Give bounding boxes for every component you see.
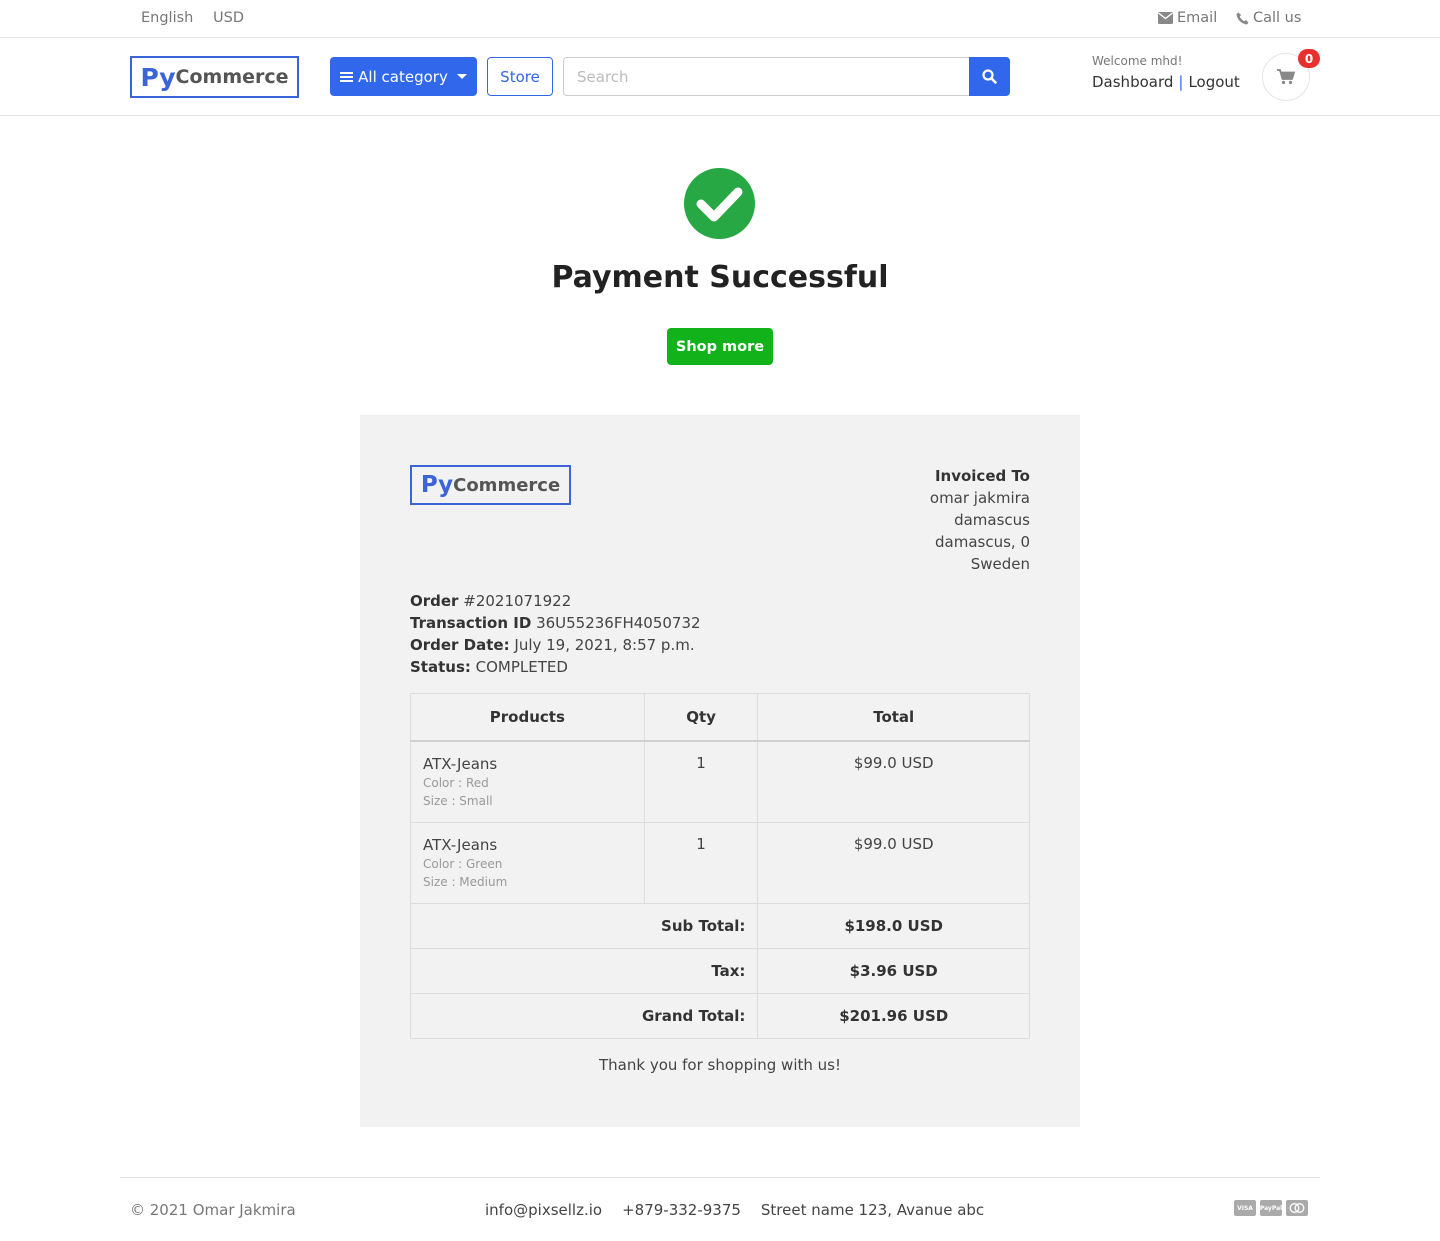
cart-count-badge: 0	[1298, 49, 1320, 68]
order-status: COMPLETED	[475, 658, 568, 676]
invoiced-to-block: Invoiced To omar jakmira damascus damasc…	[930, 465, 1030, 575]
footer-email[interactable]: info@pixsellz.io	[485, 1201, 602, 1219]
site-footer: © 2021 Omar Jakmira info@pixsellz.io +87…	[120, 1177, 1320, 1241]
paypal-card-icon: PayPal	[1260, 1200, 1282, 1216]
check-circle-icon	[684, 168, 755, 239]
footer-address: Street name 123, Avanue abc	[760, 1201, 985, 1219]
thank-you-message: Thank you for shopping with us!	[599, 1056, 841, 1074]
mastercard-icon	[1286, 1200, 1308, 1216]
visa-card-icon: VISA	[1234, 1200, 1256, 1216]
order-date: July 19, 2021, 8:57 p.m.	[514, 636, 695, 654]
shop-more-button[interactable]: Shop more	[667, 328, 773, 365]
transaction-label: Transaction ID	[410, 614, 532, 632]
footer-contacts: info@pixsellz.io +879-332-9375 Street na…	[485, 1201, 984, 1219]
invoice-logo-commerce: Commerce	[453, 474, 561, 496]
user-links: Dashboard | Logout	[1092, 73, 1240, 91]
col-total: Total	[757, 693, 1030, 742]
order-items-table: Products Qty Total ATX-Jeans Color : Red…	[409, 693, 1030, 1039]
product-color: Color : Green	[423, 856, 503, 871]
grand-total-label: Grand Total:	[409, 992, 759, 1039]
logo-commerce: Commerce	[175, 66, 289, 88]
payment-cards: VISA PayPal	[1234, 1200, 1308, 1216]
site-logo[interactable]: Py Commerce	[130, 56, 299, 98]
payment-success-title: Payment Successful	[551, 260, 889, 295]
logo-py: Py	[140, 62, 176, 92]
shopping-cart-icon	[1277, 69, 1295, 85]
invoice-logo-py: Py	[420, 472, 454, 498]
tax-value: $3.96 USD	[757, 947, 1030, 994]
col-products: Products	[410, 693, 645, 742]
phone-icon	[1236, 12, 1249, 24]
language-selector[interactable]: English	[141, 10, 193, 26]
invoiced-to-address: damascus	[954, 511, 1030, 529]
order-meta: Order #2021071922 Transaction ID 36U5523…	[410, 590, 701, 678]
grand-total-value: $201.96 USD	[757, 992, 1030, 1039]
invoice-logo: Py Commerce	[410, 465, 571, 505]
call-label: Call us	[1253, 10, 1302, 26]
status-label: Status:	[410, 658, 471, 676]
order-date-label: Order Date:	[410, 636, 510, 654]
total-cell: $99.0 USD	[757, 821, 1030, 904]
search-input[interactable]	[563, 57, 970, 96]
search-icon	[982, 69, 997, 84]
welcome-text: Welcome mhd!	[1092, 54, 1183, 68]
main-header: PyCommerce All category Store Welcome mh…	[0, 38, 1440, 116]
link-separator: |	[1178, 73, 1184, 91]
order-number: #2021071922	[463, 592, 572, 610]
invoiced-to-city: damascus, 0	[935, 533, 1030, 551]
product-color: Color : Red	[423, 775, 489, 790]
all-category-label: All category	[358, 67, 448, 86]
order-label: Order	[410, 592, 459, 610]
search-button[interactable]	[969, 57, 1010, 96]
table-row: ATX-Jeans Color : Red Size : Small 1 $99…	[410, 740, 1030, 823]
grand-total-row: Grand Total: $201.96 USD	[409, 992, 1030, 1039]
caret-down-icon	[456, 73, 467, 79]
product-size: Size : Medium	[423, 874, 508, 889]
product-size: Size : Small	[423, 793, 493, 808]
envelope-icon	[1158, 12, 1173, 24]
top-bar: English USD Email Call us	[0, 0, 1440, 38]
invoice-panel: Py Commerce Invoiced To omar jakmira dama…	[360, 415, 1080, 1127]
table-header-row: Products Qty Total	[410, 693, 1030, 742]
subtotal-label: Sub Total:	[409, 902, 759, 949]
invoiced-to-country: Sweden	[970, 555, 1030, 573]
transaction-id: 36U55236FH4050732	[536, 614, 701, 632]
total-cell: $99.0 USD	[757, 740, 1030, 823]
subtotal-row: Sub Total: $198.0 USD	[409, 902, 1030, 949]
call-link[interactable]: Call us	[1236, 10, 1301, 26]
store-button[interactable]: Store	[487, 57, 553, 96]
qty-cell: 1	[643, 821, 759, 904]
email-link[interactable]: Email	[1158, 10, 1217, 26]
tax-label: Tax:	[409, 947, 759, 994]
currency-selector[interactable]: USD	[213, 10, 244, 26]
table-row: ATX-Jeans Color : Green Size : Medium 1 …	[410, 821, 1030, 904]
menu-icon	[340, 71, 354, 82]
logout-link[interactable]: Logout	[1188, 73, 1239, 91]
footer-phone[interactable]: +879-332-9375	[622, 1201, 741, 1219]
invoiced-to-name: omar jakmira	[929, 489, 1030, 507]
product-name: ATX-Jeans	[423, 754, 498, 773]
qty-cell: 1	[643, 740, 759, 823]
email-label: Email	[1177, 10, 1218, 26]
invoiced-to-heading: Invoiced To	[934, 467, 1030, 485]
tax-row: Tax: $3.96 USD	[409, 947, 1030, 994]
product-cell: ATX-Jeans Color : Green Size : Medium	[410, 821, 645, 904]
copyright-text: © 2021 Omar Jakmira	[130, 1201, 296, 1219]
mastercard-circles-icon	[1289, 1203, 1305, 1213]
all-category-button[interactable]: All category	[330, 57, 477, 96]
subtotal-value: $198.0 USD	[757, 902, 1030, 949]
dashboard-link[interactable]: Dashboard	[1092, 73, 1173, 91]
col-qty: Qty	[643, 693, 759, 742]
product-name: ATX-Jeans	[423, 835, 498, 854]
product-cell: ATX-Jeans Color : Red Size : Small	[410, 740, 645, 823]
